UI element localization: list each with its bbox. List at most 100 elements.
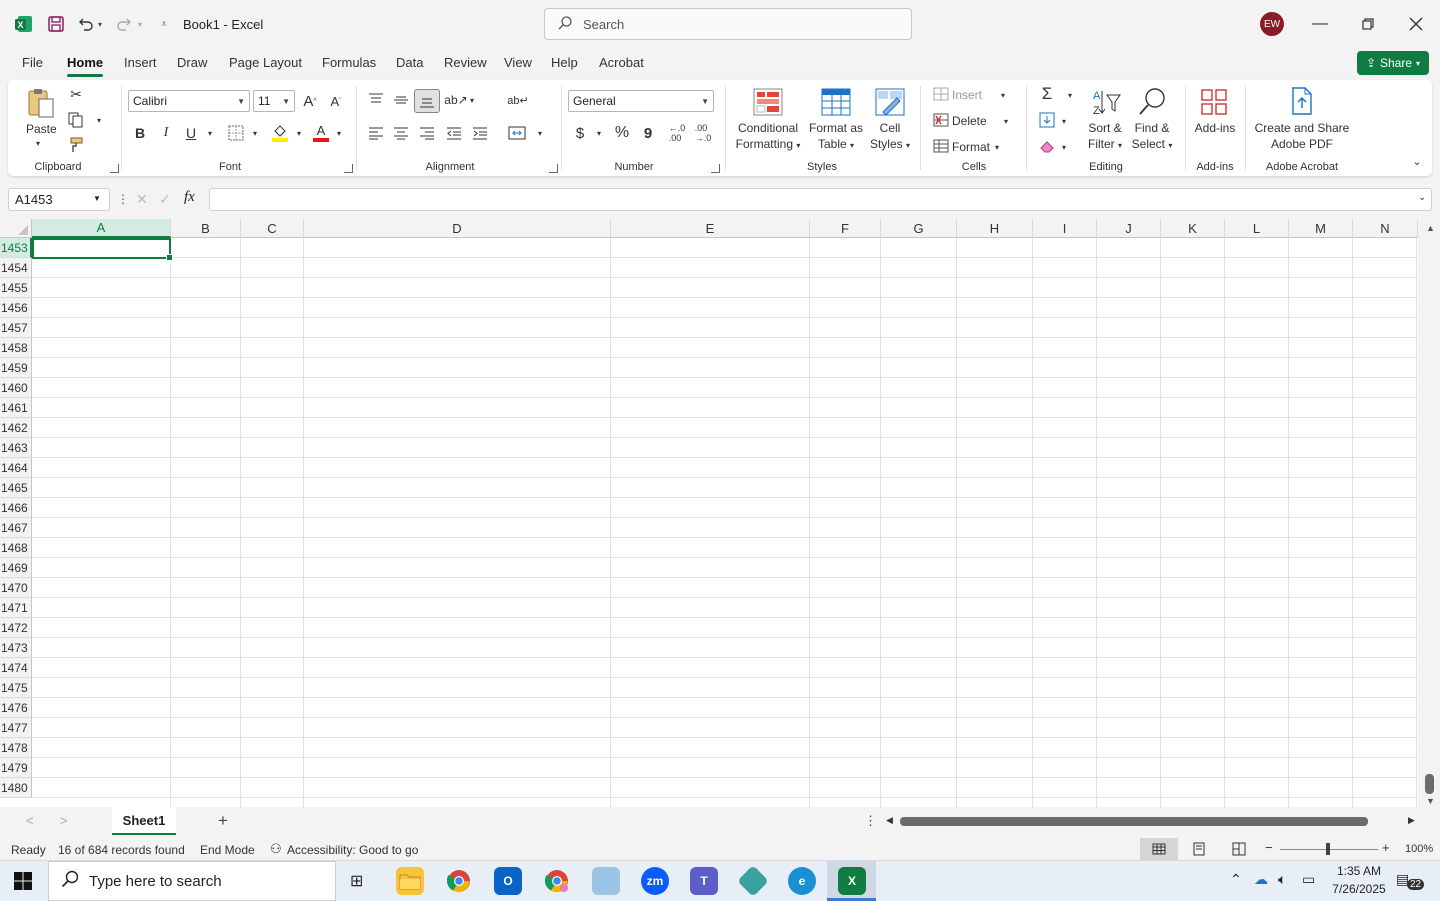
row-header[interactable]: 1476: [0, 698, 32, 718]
column-header-h[interactable]: H: [957, 219, 1033, 238]
row-header[interactable]: 1470: [0, 578, 32, 598]
borders-icon[interactable]: [226, 123, 246, 143]
clipboard-launcher-icon[interactable]: [110, 164, 119, 173]
more-options-icon[interactable]: ⋮: [117, 192, 129, 206]
alignment-launcher-icon[interactable]: [549, 164, 558, 173]
row-header[interactable]: 1467: [0, 518, 32, 538]
select-all-corner[interactable]: [0, 219, 32, 238]
close-icon[interactable]: [1402, 10, 1430, 38]
restore-icon[interactable]: [1354, 10, 1382, 38]
tab-file[interactable]: File: [22, 55, 43, 70]
horizontal-scroll-thumb[interactable]: [900, 817, 1368, 826]
redo-icon[interactable]: [112, 12, 136, 36]
sort-filter-button[interactable]: Sort & Filter ▾: [1082, 120, 1128, 154]
autosum-icon[interactable]: Σ: [1038, 84, 1056, 104]
column-header-n[interactable]: N: [1353, 219, 1418, 238]
onedrive-icon[interactable]: ☁: [1254, 871, 1268, 888]
cut-icon[interactable]: ✂: [66, 84, 86, 104]
clear-icon[interactable]: [1038, 136, 1056, 156]
column-header-k[interactable]: K: [1161, 219, 1225, 238]
outlook-icon[interactable]: O: [494, 867, 522, 895]
row-header[interactable]: 1462: [0, 418, 32, 438]
delete-cells-icon[interactable]: [932, 112, 950, 128]
orientation-dropdown-icon[interactable]: ▾: [467, 94, 477, 106]
fill-dropdown-icon[interactable]: ▾: [1059, 115, 1069, 127]
copy-dropdown-icon[interactable]: ▾: [94, 114, 104, 126]
middle-align-icon[interactable]: [391, 90, 411, 110]
expand-formula-bar-icon[interactable]: ⌄: [1418, 192, 1426, 203]
row-header[interactable]: 1468: [0, 538, 32, 558]
tab-home[interactable]: Home: [67, 55, 104, 77]
spreadsheet-grid[interactable]: A B C D E F G H I J K L M N 1453 1454 1455…: [0, 219, 1418, 807]
currency-dropdown-icon[interactable]: ▾: [594, 127, 604, 139]
row-header[interactable]: 1465: [0, 478, 32, 498]
zoom-app-icon[interactable]: zm: [641, 867, 669, 895]
fill-color-dropdown-icon[interactable]: ▾: [294, 127, 304, 139]
format-painter-icon[interactable]: [66, 135, 86, 155]
column-header-i[interactable]: I: [1033, 219, 1097, 238]
percent-button[interactable]: %: [612, 123, 632, 143]
row-header[interactable]: 1471: [0, 598, 32, 618]
taskbar-search-input[interactable]: Type here to search: [48, 861, 336, 901]
number-format-select[interactable]: General ▼: [568, 90, 714, 112]
row-header[interactable]: 1469: [0, 558, 32, 578]
column-header-m[interactable]: M: [1289, 219, 1353, 238]
copy-icon[interactable]: [66, 110, 86, 130]
create-pdf-icon[interactable]: [1288, 86, 1316, 116]
tab-data[interactable]: Data: [396, 55, 423, 70]
zoom-in-icon[interactable]: +: [1382, 840, 1390, 855]
format-as-table-icon[interactable]: [820, 86, 852, 118]
find-select-button[interactable]: Find & Select ▾: [1128, 120, 1176, 154]
page-layout-view-icon[interactable]: [1192, 842, 1206, 859]
format-cells-icon[interactable]: [932, 138, 950, 154]
app-icon[interactable]: [592, 867, 620, 895]
scroll-left-icon[interactable]: ◀: [886, 815, 893, 826]
row-header[interactable]: 1455: [0, 278, 32, 298]
excel-taskbar-button[interactable]: X: [827, 861, 876, 901]
row-header[interactable]: 1459: [0, 358, 32, 378]
increase-indent-icon[interactable]: [470, 123, 490, 143]
format-dropdown-icon[interactable]: ▾: [992, 141, 1002, 153]
volume-icon[interactable]: 🔈︎: [1278, 871, 1286, 888]
autosum-dropdown-icon[interactable]: ▾: [1065, 89, 1075, 101]
add-ins-button[interactable]: Add-ins: [1190, 120, 1240, 136]
clear-dropdown-icon[interactable]: ▾: [1059, 141, 1069, 153]
row-header[interactable]: 1479: [0, 758, 32, 778]
sheet-tab-sheet1[interactable]: Sheet1: [112, 807, 176, 835]
row-header[interactable]: 1456: [0, 298, 32, 318]
increase-font-size-icon[interactable]: A ^: [300, 91, 320, 111]
undo-dropdown-icon[interactable]: ▾: [94, 12, 106, 36]
customize-toolbar-icon[interactable]: ⩡: [152, 12, 176, 36]
save-icon[interactable]: [44, 12, 68, 36]
row-header[interactable]: 1464: [0, 458, 32, 478]
column-header-e[interactable]: E: [611, 219, 810, 238]
font-size-select[interactable]: 11 ▼: [253, 90, 295, 112]
selected-cell[interactable]: [32, 238, 173, 261]
column-header-j[interactable]: J: [1097, 219, 1161, 238]
teams-icon[interactable]: T: [690, 867, 718, 895]
decrease-font-size-icon[interactable]: Aˇ: [326, 91, 346, 111]
merge-center-icon[interactable]: [506, 123, 528, 143]
row-header[interactable]: 1475: [0, 678, 32, 698]
paste-button[interactable]: Paste: [26, 121, 57, 137]
insert-cells-button[interactable]: Insert: [952, 87, 982, 103]
network-icon[interactable]: ▭: [1302, 871, 1315, 888]
decrease-indent-icon[interactable]: [444, 123, 464, 143]
top-align-icon[interactable]: [366, 90, 386, 110]
format-as-table-button[interactable]: Format as Table ▾: [808, 120, 864, 154]
column-header-d[interactable]: D: [304, 219, 611, 238]
delete-cells-button[interactable]: Delete: [952, 113, 987, 129]
zoom-out-icon[interactable]: −: [1265, 840, 1273, 855]
zoom-level[interactable]: 100%: [1405, 843, 1433, 855]
search-input[interactable]: Search: [544, 8, 912, 40]
font-name-select[interactable]: Calibri ▼: [128, 90, 250, 112]
more-sheets-icon[interactable]: ⋮: [864, 813, 877, 829]
normal-view-icon[interactable]: [1140, 838, 1178, 860]
clock-date[interactable]: 7/26/2025: [1328, 882, 1390, 896]
borders-dropdown-icon[interactable]: ▾: [250, 127, 260, 139]
show-hidden-icons[interactable]: ⌃: [1230, 871, 1242, 888]
formula-input[interactable]: [209, 188, 1432, 211]
insert-cells-icon[interactable]: [932, 86, 950, 102]
conditional-formatting-icon[interactable]: [752, 86, 784, 118]
column-header-f[interactable]: F: [810, 219, 881, 238]
